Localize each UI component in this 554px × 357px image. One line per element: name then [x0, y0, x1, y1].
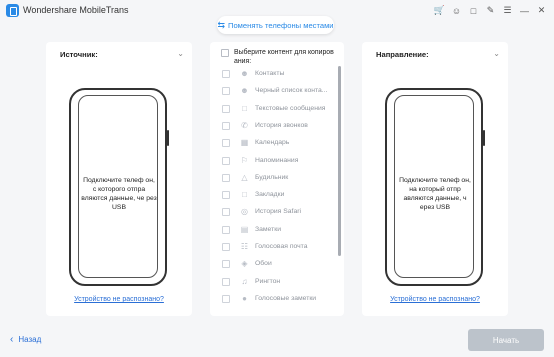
item-label: Закладки: [255, 191, 285, 199]
swap-label: Поменять телефоны местами: [228, 20, 334, 30]
menu-icon[interactable]: ☰: [499, 3, 516, 18]
voicemail-icon: ☷: [240, 242, 249, 251]
phone-icon: ✆: [241, 120, 248, 130]
list-item-call-history[interactable]: ✆ История звонков: [210, 118, 338, 135]
back-button[interactable]: ‹ Назад: [10, 334, 41, 345]
list-item-blacklist[interactable]: ☻ Черный список конта...: [210, 83, 338, 100]
bookmark-icon: □: [242, 190, 247, 200]
item-checkbox[interactable]: [222, 208, 230, 217]
item-checkbox[interactable]: [222, 121, 230, 130]
item-checkbox[interactable]: [222, 294, 230, 303]
back-label: Назад: [18, 335, 42, 344]
start-button[interactable]: Начать: [468, 329, 544, 351]
item-label: Черный список конта...: [255, 87, 328, 95]
window-controls: 🛒 ☺ □ ✎ ☰ — ✕: [431, 3, 550, 18]
user-icon[interactable]: ☺: [448, 3, 465, 18]
item-label: Контакты: [255, 70, 285, 77]
item-checkbox[interactable]: [222, 277, 230, 286]
layers-icon: ◈: [241, 259, 248, 269]
content-scrollbar[interactable]: [338, 66, 341, 256]
blocked-contact-icon: ☻: [240, 86, 249, 96]
mic-icon: ●: [242, 293, 247, 303]
source-phone-illustration: Подключите телеф он, с которого отпра вл…: [69, 88, 169, 286]
item-label: История звонков: [255, 121, 308, 129]
content-panel: Выберите контент для копиров ания: ☻ Кон…: [210, 42, 344, 316]
item-checkbox[interactable]: [222, 191, 230, 200]
item-checkbox[interactable]: [222, 104, 230, 113]
chevron-left-icon: ‹: [10, 334, 14, 345]
swap-phones-button[interactable]: ⇆ Поменять телефоны местами: [217, 16, 334, 34]
item-checkbox[interactable]: [222, 156, 230, 165]
item-checkbox[interactable]: [222, 243, 230, 251]
compass-icon: ◎: [241, 207, 248, 217]
item-label: Обои: [255, 260, 272, 268]
flag-icon: ⚐: [240, 155, 249, 165]
destination-phone-illustration: Подключите телеф он, на который отпр авл…: [385, 88, 485, 286]
pen-icon[interactable]: ✎: [482, 3, 499, 18]
mobiletrans-logo-icon: [6, 4, 19, 17]
list-item-wallpapers[interactable]: ◈ Обои: [210, 256, 338, 273]
list-item-voicemail[interactable]: ☷ Голосовая почта: [210, 239, 338, 256]
item-label: Календарь: [255, 139, 290, 147]
note-icon: ▤: [240, 224, 249, 234]
calendar-icon: ▦: [240, 138, 249, 148]
item-checkbox[interactable]: [222, 260, 230, 269]
source-phone-text: Подключите телеф он, с которого отпра вл…: [81, 177, 157, 211]
source-header: Источник:: [60, 50, 98, 59]
destination-phone-text: Подключите телеф он, на который отпр авл…: [399, 177, 471, 211]
list-item-ringtone[interactable]: ♫ Рингтон: [210, 274, 338, 291]
item-checkbox[interactable]: [222, 70, 230, 78]
item-checkbox[interactable]: [222, 173, 230, 182]
list-item-calendar[interactable]: ▦ Календарь: [210, 135, 338, 152]
phone-side-button: [167, 130, 169, 146]
list-item-reminders[interactable]: ⚐ Напоминания: [210, 153, 338, 170]
close-icon[interactable]: ✕: [533, 3, 550, 18]
app-title: Wondershare MobileTrans: [23, 5, 129, 15]
phone-screen: Подключите телеф он, на который отпр авл…: [394, 95, 474, 278]
alarm-icon: △: [241, 172, 248, 182]
message-icon: □: [242, 103, 247, 113]
list-item-safari-history[interactable]: ◎ История Safari: [210, 204, 338, 221]
item-checkbox[interactable]: [222, 139, 230, 148]
phone-side-button: [483, 130, 485, 146]
select-all-checkbox[interactable]: [221, 49, 229, 57]
item-label: Текстовые сообщения: [255, 104, 326, 112]
destination-panel: Направление: ⌄ Подключите телеф он, на к…: [362, 42, 508, 316]
item-label: Заметки: [255, 225, 281, 233]
item-label: Напоминания: [255, 156, 299, 164]
contact-icon: ☻: [240, 69, 249, 78]
item-label: Будильник: [255, 173, 289, 181]
destination-header: Направление:: [376, 50, 429, 59]
cart-icon[interactable]: 🛒: [431, 3, 448, 18]
list-item-contacts[interactable]: ☻ Контакты: [210, 66, 338, 83]
item-checkbox[interactable]: [222, 87, 230, 96]
list-item-voice-memos[interactable]: ● Голосовые заметки: [210, 291, 338, 308]
chevron-down-icon[interactable]: ⌄: [177, 49, 184, 58]
list-item-messages[interactable]: □ Текстовые сообщения: [210, 101, 338, 118]
minimize-icon[interactable]: —: [516, 3, 533, 18]
list-item-notes[interactable]: ▤ Заметки: [210, 222, 338, 239]
item-checkbox[interactable]: [222, 225, 230, 234]
footer-bar: ‹ Назад Начать: [0, 322, 554, 357]
item-label: Рингтон: [255, 277, 281, 285]
list-item-bookmarks[interactable]: □ Закладки: [210, 187, 338, 204]
swap-icon: ⇆: [217, 19, 225, 30]
item-label: Голосовая почта: [255, 243, 308, 250]
list-item-alarm[interactable]: △ Будильник: [210, 170, 338, 187]
chevron-down-icon[interactable]: ⌄: [493, 49, 500, 58]
destination-device-not-recognized-link[interactable]: Устройство не распознано?: [362, 296, 508, 303]
chat-icon[interactable]: □: [465, 3, 482, 18]
item-label: Голосовые заметки: [255, 294, 317, 302]
select-all-label: Выберите контент для копиров ания:: [234, 49, 334, 65]
source-device-not-recognized-link[interactable]: Устройство не распознано?: [46, 296, 192, 303]
item-label: История Safari: [255, 208, 302, 216]
phone-screen: Подключите телеф он, с которого отпра вл…: [78, 95, 158, 278]
bell-icon: ♫: [241, 276, 248, 286]
source-panel: Источник: ⌄ Подключите телеф он, с котор…: [46, 42, 192, 316]
